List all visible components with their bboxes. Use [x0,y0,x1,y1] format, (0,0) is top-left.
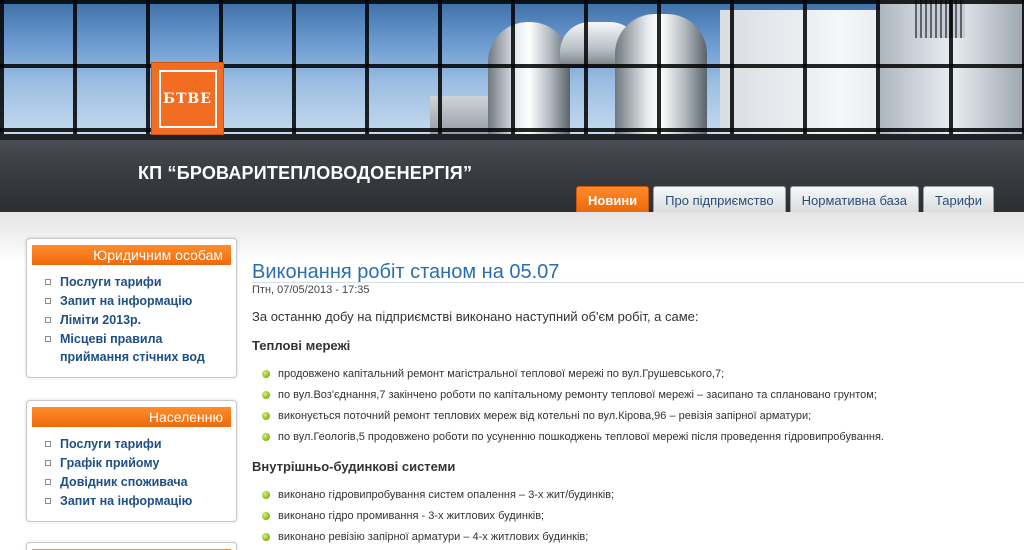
sidebar-box-more [26,542,237,550]
sidebar-item-services-tariffs[interactable]: Послуги тарифи [42,435,231,453]
section-heading-heat-networks: Теплові мережі [252,338,351,353]
title-bar: КП “БРОВАРИТЕПЛОВОДОЕНЕРГІЯ” Новини Про … [0,140,1024,212]
sidebar-item-reception-schedule[interactable]: Графік прийому [42,454,231,472]
internal-systems-list: виконано гідровипробування систем опален… [260,485,614,548]
article-title[interactable]: Виконання робіт станом на 05.07 [252,262,1024,283]
tab-tariffs[interactable]: Тарифи [922,186,994,212]
sidebar-item-limits[interactable]: Ліміти 2013р. [42,311,231,329]
sidebar-item-sewage-rules[interactable]: Місцеві правила приймання стічних вод [42,330,231,366]
tab-about[interactable]: Про підприємство [653,186,786,212]
list-item: продовжено капітальний ремонт магістраль… [260,364,884,385]
list-item: по вул.Геологів,5 продовжено роботи по у… [260,427,884,448]
sidebar-item-info-request[interactable]: Запит на інформацію [42,492,231,510]
sidebar-box-legal: Юридичним особам Послуги тарифи Запит на… [26,238,237,378]
heat-networks-list: продовжено капітальний ремонт магістраль… [260,364,884,448]
sidebar-menu: Послуги тарифи Запит на інформацію Ліміт… [32,273,231,366]
sidebar-box-residents: Населенню Послуги тарифи Графік прийому … [26,400,237,522]
article-date: Птн, 07/05/2013 - 17:35 [252,284,370,296]
sidebar-box-title: Населенню [32,407,231,427]
section-heading-internal-systems: Внутрішньо-будинкові системи [252,459,456,474]
company-logo[interactable]: БТВЕ [151,62,224,135]
list-item: виконується поточний ремонт теплових мер… [260,406,884,427]
main-nav-tabs: Новини Про підприємство Нормативна база … [576,186,994,212]
sidebar-item-services-tariffs[interactable]: Послуги тарифи [42,273,231,291]
logo-mark: БТВЕ [158,69,217,128]
sidebar-item-info-request[interactable]: Запит на інформацію [42,292,231,310]
list-item: виконано гідро промивання - 3-х житлових… [260,506,614,527]
article: Виконання робіт станом на 05.07 Птн, 07/… [252,262,1024,543]
list-item: виконано гідровипробування систем опален… [260,485,614,506]
site-title: КП “БРОВАРИТЕПЛОВОДОЕНЕРГІЯ” [138,163,473,183]
list-item: по вул.Воз'єднання,7 закінчено роботи по… [260,385,884,406]
header-banner: БТВЕ [0,0,1024,140]
sidebar-box-title: Юридичним особам [32,245,231,265]
tab-news[interactable]: Новини [576,186,650,212]
list-item: виконано ревізію запірної арматури – 4-х… [260,527,614,548]
tab-regulations[interactable]: Нормативна база [789,186,919,212]
article-intro: За останню добу на підприємстві виконано… [252,309,699,324]
sidebar-item-consumer-guide[interactable]: Довідник споживача [42,473,231,491]
sidebar-menu: Послуги тарифи Графік прийому Довідник с… [32,435,231,510]
